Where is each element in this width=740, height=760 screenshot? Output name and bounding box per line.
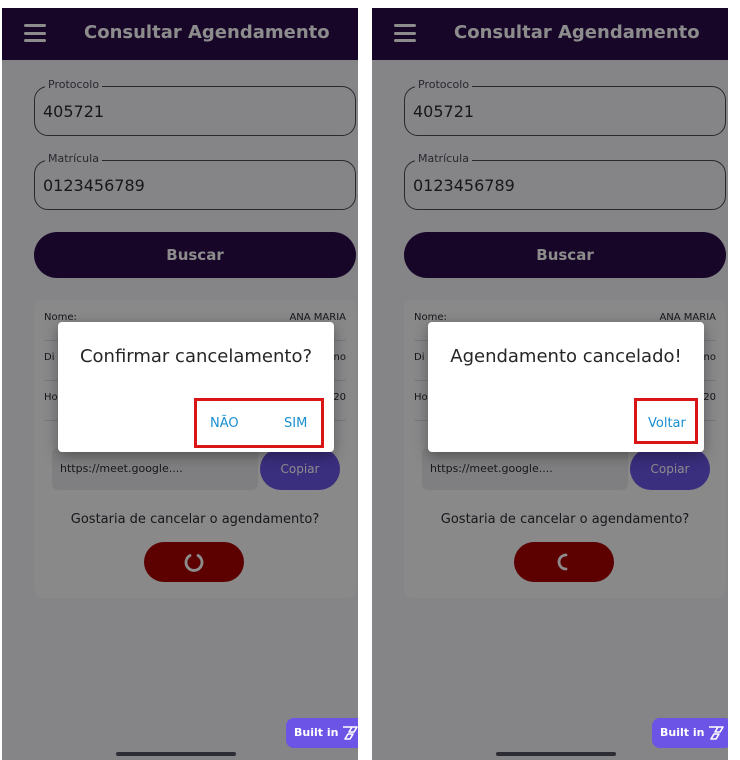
- built-in-label: Built in: [294, 726, 339, 739]
- cancelled-dialog: Agendamento cancelado! Voltar: [428, 322, 704, 452]
- dialog-title: Agendamento cancelado!: [450, 346, 682, 367]
- highlight-box: [634, 398, 698, 444]
- dialog-title: Confirmar cancelamento?: [79, 346, 313, 367]
- home-indicator: [116, 752, 236, 756]
- built-in-badge[interactable]: Built in: [652, 718, 728, 748]
- left-screen: Consultar Agendamento Protocolo 405721 M…: [2, 8, 358, 760]
- confirm-cancel-dialog: Confirmar cancelamento? NÃO SIM: [58, 322, 334, 452]
- built-in-badge[interactable]: Built in: [286, 718, 358, 748]
- home-indicator: [496, 752, 616, 756]
- highlight-box: [194, 398, 324, 448]
- built-in-label: Built in: [660, 726, 705, 739]
- builder-logo-icon: [709, 726, 724, 740]
- builder-logo-icon: [343, 726, 358, 740]
- right-screen: Consultar Agendamento Protocolo 405721 M…: [372, 8, 728, 760]
